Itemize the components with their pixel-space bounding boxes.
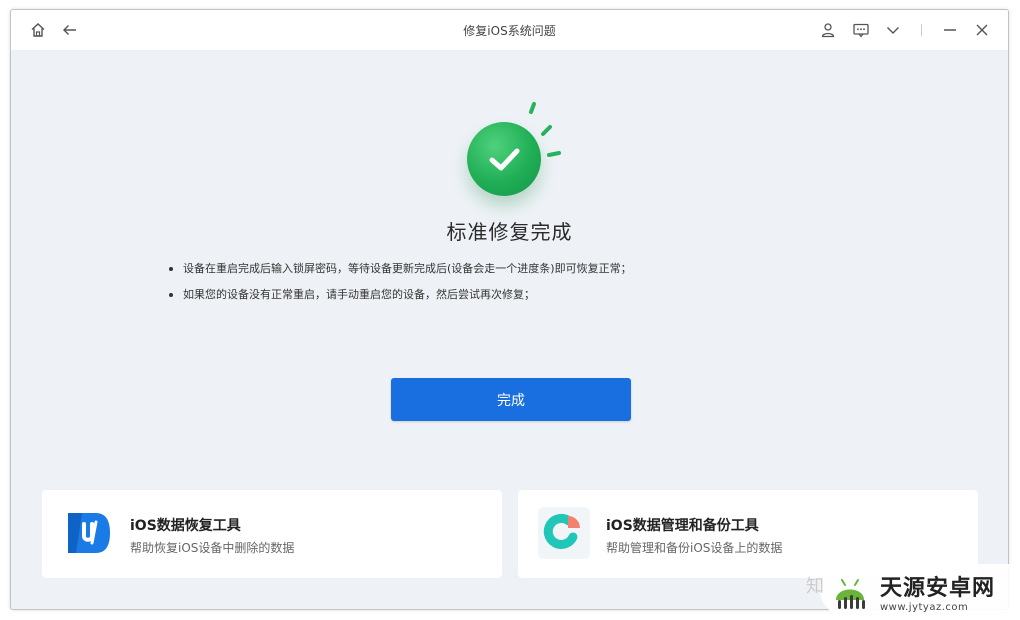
titlebar-divider (921, 24, 922, 36)
watermark-url: www.jytyaz.com (880, 602, 969, 613)
checkmark-circle-icon (467, 122, 541, 196)
app-window: 修复iOS系统问题 标准修复完成 设备在重启完成后输入锁屏密码，等待设备更新完成… (10, 9, 1009, 610)
site-watermark: 知 天源安卓网 www.jytyaz.com (806, 564, 1016, 616)
watermark-text: 天源安卓网 www.jytyaz.com (880, 570, 995, 613)
result-heading: 标准修复完成 (446, 220, 573, 244)
chevron-down-icon[interactable] (884, 21, 902, 39)
promo-card-data-recovery[interactable]: iOS数据恢复工具 帮助恢复iOS设备中删除的数据 (42, 490, 502, 578)
feedback-message-icon[interactable] (852, 21, 870, 39)
title-bar: 修复iOS系统问题 (11, 10, 1008, 51)
instruction-list: 设备在重启完成后输入锁屏密码，等待设备更新完成后(设备会走一个进度条)即可恢复正… (169, 261, 632, 313)
card-subtitle: 帮助管理和备份iOS设备上的数据 (606, 541, 783, 555)
minimize-icon[interactable] (941, 21, 959, 39)
android-logo-icon (836, 579, 865, 609)
done-button[interactable]: 完成 (391, 378, 631, 421)
user-account-icon[interactable] (819, 21, 837, 39)
watermark-brand: 天源安卓网 (880, 576, 996, 601)
card-title: iOS数据恢复工具 (130, 518, 241, 534)
card-subtitle: 帮助恢复iOS设备中删除的数据 (130, 541, 295, 555)
watermark-prefix: 知 (806, 576, 824, 597)
ultdata-logo-icon (68, 513, 110, 553)
instruction-item: 如果您的设备没有正常重启，请手动重启您的设备，然后尝试再次修复； (169, 287, 632, 303)
close-icon[interactable] (973, 21, 991, 39)
icarefone-logo-icon (538, 507, 590, 559)
success-badge (451, 100, 571, 210)
instruction-item: 设备在重启完成后输入锁屏密码，等待设备更新完成后(设备会走一个进度条)即可恢复正… (169, 261, 632, 277)
card-title: iOS数据管理和备份工具 (606, 518, 759, 534)
